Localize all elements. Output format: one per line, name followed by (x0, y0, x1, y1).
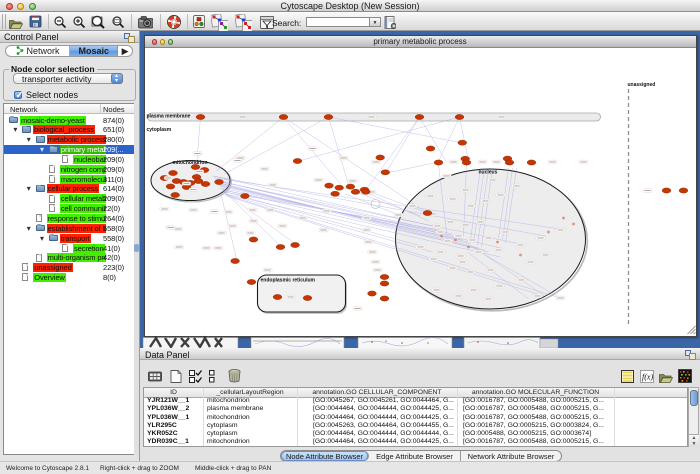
svg-text:f(x): f(x) (642, 373, 653, 382)
